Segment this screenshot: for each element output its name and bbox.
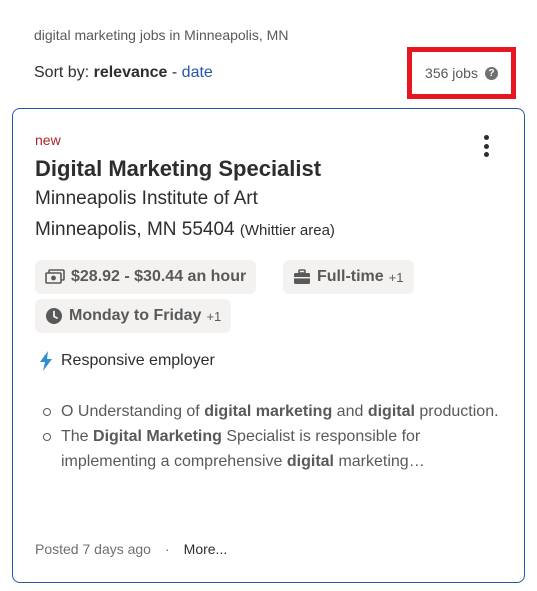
footer-separator: ·	[164, 541, 170, 557]
sort-separator: -	[171, 64, 178, 81]
job-location: Minneapolis, MN 55404 (Whittier area)	[35, 219, 335, 241]
job-count-text: 356 jobs	[425, 65, 478, 81]
salary-text: $28.92 - $30.44 an hour	[71, 268, 247, 285]
schedule-chip: Monday to Friday +1	[35, 299, 232, 333]
sort-date-link[interactable]: date	[182, 64, 213, 81]
job-count: 356 jobs ?	[407, 47, 516, 99]
company-name: Minneapolis Institute of Art	[35, 188, 258, 209]
location-area: (Whittier area)	[239, 222, 335, 239]
clock-icon	[45, 307, 63, 325]
more-vertical-icon[interactable]	[476, 133, 496, 159]
sort-relevance: relevance	[93, 64, 168, 81]
job-title[interactable]: Digital Marketing Specialist	[35, 156, 321, 182]
job-card[interactable]: new Digital Marketing Specialist Minneap…	[12, 108, 525, 583]
schedule-text: Monday to Friday	[69, 307, 202, 324]
job-type-more: +1	[388, 269, 404, 285]
job-type-chip: Full-time +1	[283, 260, 414, 294]
snippet-item: The Digital Marketing Specialist is resp…	[39, 424, 499, 474]
schedule-more: +1	[206, 308, 222, 324]
search-caption: digital marketing jobs in Minneapolis, M…	[34, 27, 289, 43]
sort-controls: Sort by: relevance - date	[34, 64, 213, 82]
new-badge: new	[35, 132, 61, 148]
job-footer: Posted 7 days ago · More...	[35, 541, 227, 557]
salary-chip: $28.92 - $30.44 an hour	[35, 260, 257, 294]
job-type-text: Full-time	[317, 268, 384, 285]
location-text: Minneapolis, MN 55404	[35, 219, 235, 240]
lightning-bolt-icon	[39, 351, 53, 371]
sort-prefix: Sort by:	[34, 64, 90, 81]
money-bill-icon	[45, 269, 65, 285]
responsive-label: Responsive employer	[61, 352, 215, 369]
snippet-item: O Understanding of digital marketing and…	[39, 399, 499, 424]
posted-date: Posted 7 days ago	[35, 541, 151, 557]
job-snippet: O Understanding of digital marketing and…	[39, 399, 499, 474]
responsive-employer: Responsive employer	[39, 351, 215, 371]
briefcase-icon	[293, 269, 311, 285]
question-circle-icon[interactable]: ?	[484, 66, 498, 80]
more-link[interactable]: More...	[184, 541, 228, 557]
